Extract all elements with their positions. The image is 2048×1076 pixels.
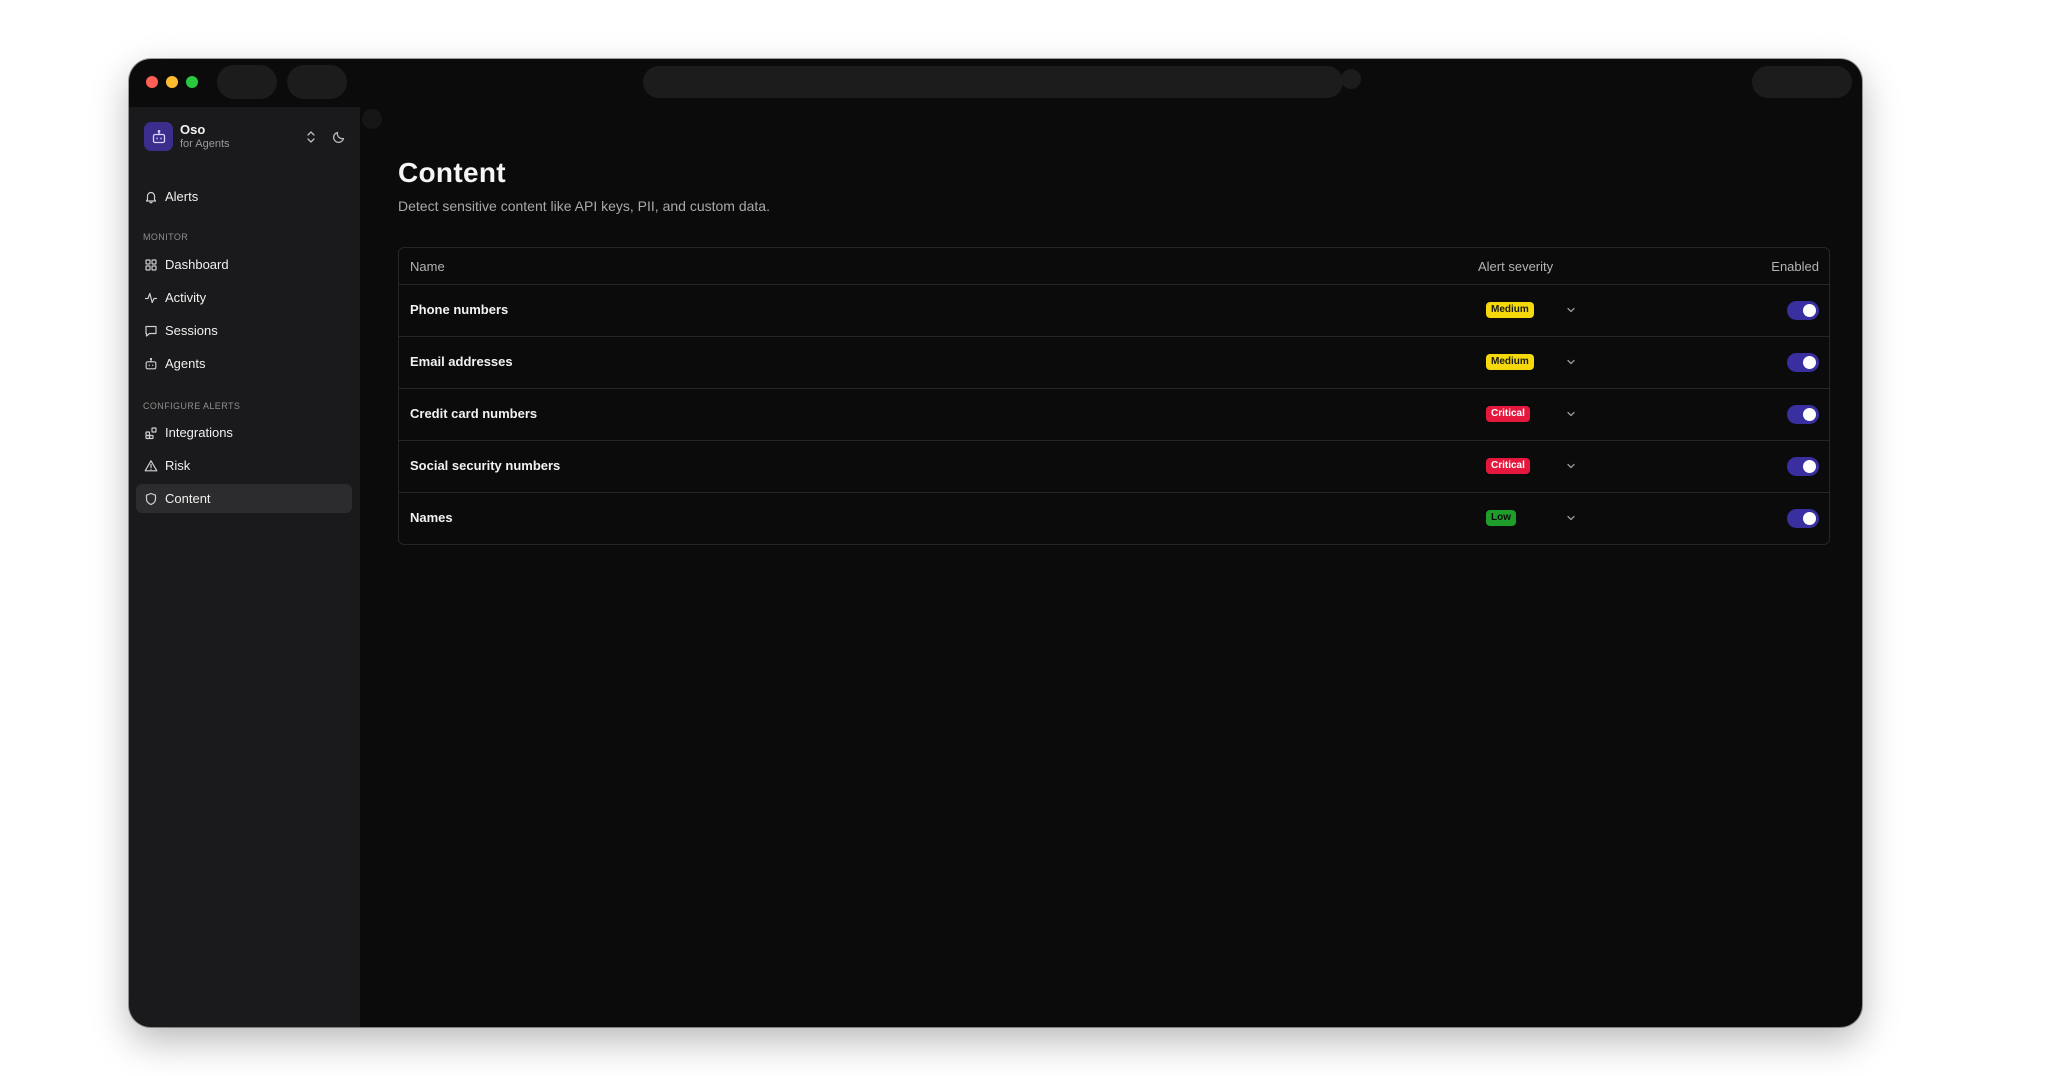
enabled-toggle[interactable] [1787,301,1819,320]
sidebar-item-label: Activity [165,290,207,305]
sidebar-item-label: Alerts [165,189,199,204]
workspace-subtitle: for Agents [180,138,230,150]
sidebar-item-activity[interactable]: Activity [136,283,352,312]
enabled-toggle[interactable] [1787,457,1819,476]
toggle-knob [1803,408,1816,421]
content-rules-table: Name Alert severity Enabled Phone number… [398,247,1830,545]
sidebar-item-dashboard[interactable]: Dashboard [136,250,352,279]
chevron-up-down-icon[interactable] [303,128,319,146]
rule-name: Email addresses [410,354,513,369]
toggle-knob [1803,356,1816,369]
toggle-knob [1803,460,1816,473]
severity-badge[interactable]: Medium [1486,354,1534,370]
enabled-toggle[interactable] [1787,353,1819,372]
minimize-window-button[interactable] [166,76,178,88]
app-window: Oso for Agents Alerts MONITOR Dashboard [129,59,1862,1027]
page-subtitle: Detect sensitive content like API keys, … [398,198,770,214]
table-row: Email addresses Medium [399,337,1829,389]
table-header: Name Alert severity Enabled [399,248,1829,285]
severity-badge[interactable]: Low [1486,510,1516,526]
workspace-switcher[interactable]: Oso for Agents [144,122,350,152]
maximize-window-button[interactable] [186,76,198,88]
severity-badge[interactable]: Medium [1486,302,1534,318]
sidebar-item-label: Integrations [165,425,233,440]
chevron-down-icon[interactable] [1564,459,1578,473]
sidebar-item-content[interactable]: Content [136,484,352,513]
address-bar-action[interactable] [1341,69,1361,89]
column-header-enabled: Enabled [1771,259,1819,274]
column-header-name: Name [410,259,445,274]
enabled-toggle[interactable] [1787,509,1819,528]
table-row: Phone numbers Medium [399,285,1829,337]
sidebar-item-alerts[interactable]: Alerts [136,182,352,211]
chevron-down-icon[interactable] [1564,355,1578,369]
section-label-monitor: MONITOR [143,232,189,242]
severity-badge[interactable]: Critical [1486,406,1530,422]
enabled-toggle[interactable] [1787,405,1819,424]
sidebar: Oso for Agents Alerts MONITOR Dashboard [129,107,360,1027]
rule-name: Social security numbers [410,458,561,473]
chevron-down-icon[interactable] [1564,511,1578,525]
toolbar-button[interactable] [287,65,347,99]
shield-icon [143,491,159,507]
grid-icon [143,257,159,273]
severity-badge[interactable]: Critical [1486,458,1530,474]
sidebar-item-label: Sessions [165,323,218,338]
rule-name: Names [410,510,453,525]
chevron-down-icon[interactable] [1564,407,1578,421]
robot-icon [143,356,159,372]
toggle-knob [1803,512,1816,525]
chevron-down-icon[interactable] [1564,303,1578,317]
column-header-alert-severity: Alert severity [1478,259,1554,274]
title-bar [129,59,1862,107]
workspace-name: Oso [180,122,206,137]
main-content: Content Detect sensitive content like AP… [360,107,1862,1027]
chat-icon [143,323,159,339]
sidebar-item-label: Content [165,491,211,506]
sidebar-item-agents[interactable]: Agents [136,349,352,378]
sidebar-item-label: Dashboard [165,257,229,272]
toggle-knob [1803,304,1816,317]
table-row: Social security numbers Critical [399,441,1829,493]
rule-name: Phone numbers [410,302,509,317]
section-label-configure-alerts: CONFIGURE ALERTS [143,401,241,411]
sidebar-item-sessions[interactable]: Sessions [136,316,352,345]
warning-icon [143,458,159,474]
toolbar-button[interactable] [217,65,277,99]
sidebar-item-integrations[interactable]: Integrations [136,418,352,447]
blocks-icon [143,425,159,441]
close-window-button[interactable] [146,76,158,88]
sidebar-item-label: Agents [165,356,206,371]
activity-icon [143,290,159,306]
sidebar-item-risk[interactable]: Risk [136,451,352,480]
moon-icon[interactable] [330,128,348,146]
sidebar-item-label: Risk [165,458,191,473]
robot-icon [144,122,173,151]
table-row: Names Low [399,493,1829,544]
toolbar-action-button[interactable] [1752,66,1852,98]
page-title: Content [398,157,506,188]
rule-name: Credit card numbers [410,406,538,421]
bell-icon [143,189,159,205]
table-row: Credit card numbers Critical [399,389,1829,441]
address-bar[interactable] [643,66,1343,98]
